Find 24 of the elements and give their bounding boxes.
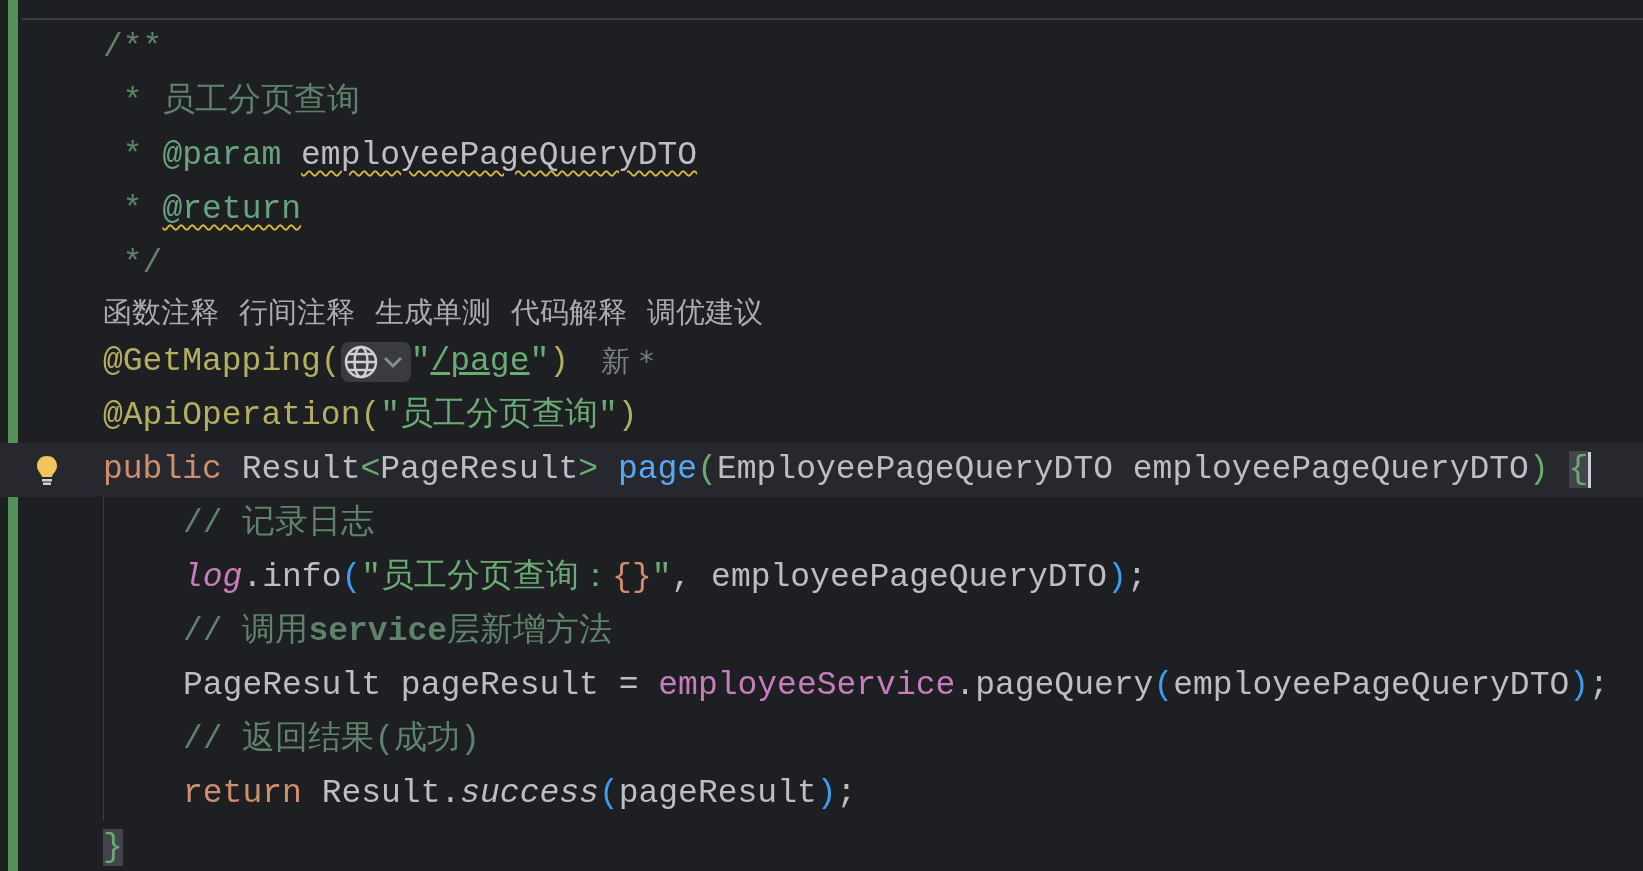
code-line: @GetMapping( [103, 342, 341, 382]
code-line: public Result<PageResult> page(EmployeePageQueryDTO employeePageQueryDTO) { [103, 450, 1589, 490]
code-vision-link[interactable]: 调优建议 [647, 293, 763, 333]
code-line: PageResult pageResult = employeeService.pageQuery(employeePageQueryDTO); [183, 666, 1609, 706]
lightbulb-icon[interactable] [36, 455, 58, 485]
text-cursor [1588, 452, 1592, 488]
code-line: * @return [121, 190, 302, 230]
code-line: return Result.success(pageResult); [183, 774, 857, 814]
code-vision-link[interactable]: 生成单测 [375, 293, 491, 333]
code-vision-link[interactable]: 代码解释 [511, 293, 627, 333]
code-line: log.info("员工分页查询：{}", employeePageQueryDTO); [183, 558, 1147, 598]
code-line: "/page") [410, 342, 570, 382]
author-hint: 新 * [601, 343, 654, 380]
code-line: * @param employeePageQueryDTO [121, 136, 698, 176]
code-line: * 员工分页查询 [121, 82, 361, 122]
code-line: // 返回结果(成功) [183, 719, 481, 760]
code-line: */ [121, 244, 163, 284]
code-line: @ApiOperation("员工分页查询") [103, 396, 638, 436]
code-line: /** [103, 28, 163, 68]
code-line: // 记录日志 [183, 503, 375, 544]
url-dropdown-button[interactable] [340, 342, 411, 382]
code-vision-link[interactable]: 函数注释 [103, 293, 219, 333]
code-line: // 调用service层新增方法 [183, 611, 613, 652]
code-vision-link[interactable]: 行间注释 [239, 293, 355, 333]
